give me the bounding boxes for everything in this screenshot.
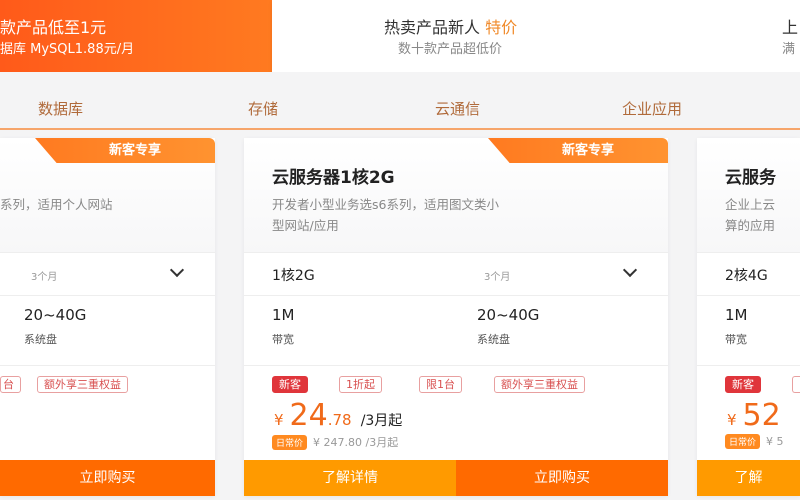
tag: 1折起	[339, 376, 382, 393]
config-value: 2核4G	[725, 268, 768, 284]
product-card: 云服务 企业上云 算的应用 2核4G 1M 带宽 新客 ¥52 日常价 ¥ 5 了…	[697, 138, 800, 496]
nav-item-database[interactable]: 数据库	[38, 98, 83, 119]
promo-banner-left[interactable]: 款产品低至1元 据库 MySQL1.88元/月	[0, 0, 272, 72]
nav-item-storage[interactable]: 存储	[248, 98, 278, 119]
spec-label: 系统盘	[477, 333, 510, 346]
daily-price: 日常价 ¥ 5	[725, 434, 784, 449]
new-customer-badge: 新客专享	[488, 138, 668, 163]
promo-banner-middle[interactable]: 热卖产品新人 特价 数十款产品超低价 上 满	[272, 0, 800, 72]
tag-new-customer: 新客	[725, 376, 761, 393]
tag: 限1台	[419, 376, 462, 393]
banner-subtitle: 据库 MySQL1.88元/月	[0, 42, 135, 57]
category-nav: 数据库 存储 云通信 企业应用	[0, 72, 800, 130]
tag-new-customer: 新客	[272, 376, 308, 393]
spec-value: 20~40G	[24, 306, 87, 324]
card-title: 云服务器1核2G	[272, 168, 395, 188]
spec-label: 带宽	[272, 333, 294, 346]
banner-title: 热卖产品新人	[384, 18, 481, 37]
new-customer-badge: 新客专享	[35, 138, 215, 163]
card-description: 型网站/应用	[272, 218, 339, 233]
banner-title: 上	[782, 18, 799, 37]
banner-subtitle: 数十款产品超低价	[398, 42, 503, 57]
chevron-down-icon	[169, 262, 185, 278]
spec-label: 系统盘	[24, 333, 57, 346]
duration-value: 3个月	[484, 272, 511, 283]
banner-subtitle: 满	[782, 42, 796, 57]
tag	[792, 376, 800, 393]
nav-item-enterprise-apps[interactable]: 企业应用	[622, 98, 682, 119]
tag: 额外享三重权益	[494, 376, 585, 393]
learn-more-button[interactable]: 了解	[697, 460, 800, 496]
product-card: 新客专享 云服务器1核2G 开发者小型业务选s6系列，适用图文类小 型网站/应用…	[244, 138, 668, 496]
banner-highlight: 特价	[485, 18, 518, 37]
buy-now-button[interactable]: 立即购买	[0, 460, 215, 496]
card-title: 云服务	[725, 168, 776, 188]
price: ¥24.78 /3月起	[274, 398, 403, 433]
config-select[interactable]: 1核2G 3个月	[244, 252, 668, 296]
card-description: 企业上云	[725, 197, 776, 212]
spec-value: 20~40G	[477, 306, 540, 324]
tag: 额外享三重权益	[37, 376, 128, 393]
price: ¥52	[727, 398, 781, 433]
config-value: 1核2G	[272, 268, 315, 284]
spec-value: 1M	[725, 306, 748, 324]
card-description: 开发者小型业务选s6系列，适用图文类小	[272, 197, 499, 212]
product-card: 新客专享 系列，适用个人网站 3个月 20~40G 系统盘 台 额外享三重权益 …	[0, 138, 215, 496]
config-select[interactable]: 2核4G	[697, 252, 800, 296]
duration-select[interactable]: 3个月	[0, 252, 215, 296]
banner-title: 款产品低至1元	[0, 18, 107, 37]
card-description: 系列，适用个人网站	[0, 197, 113, 212]
daily-price: 日常价 ¥ 247.80 /3月起	[272, 434, 398, 450]
buy-now-button[interactable]: 立即购买	[456, 460, 668, 496]
spec-label: 带宽	[725, 333, 747, 346]
learn-more-button[interactable]: 了解详情	[244, 460, 456, 496]
chevron-down-icon	[622, 262, 638, 278]
tag: 台	[0, 376, 21, 393]
card-description: 算的应用	[725, 218, 776, 233]
spec-value: 1M	[272, 306, 295, 324]
nav-item-cloud-comm[interactable]: 云通信	[435, 98, 480, 119]
duration-value: 3个月	[31, 272, 58, 283]
